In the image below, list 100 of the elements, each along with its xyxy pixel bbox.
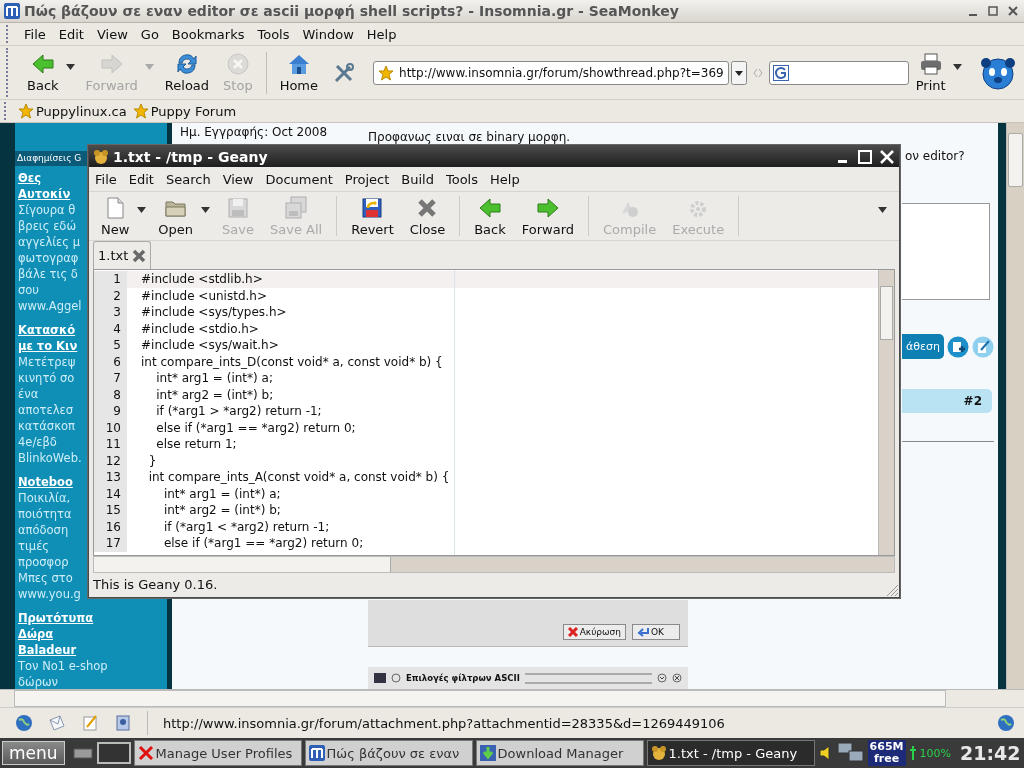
- menu-item[interactable]: Project: [344, 171, 402, 187]
- floppy-icon: [360, 195, 385, 220]
- home-button[interactable]: Home: [272, 52, 326, 93]
- close-button[interactable]: Close: [401, 195, 454, 237]
- bookmark-link[interactable]: Puppy Forum: [132, 103, 237, 119]
- menu-item[interactable]: Edit: [128, 171, 166, 187]
- circle-button-icon: [391, 673, 401, 683]
- cross-icon: [137, 745, 154, 761]
- line-number: 5: [94, 337, 127, 354]
- menu-item[interactable]: Build: [401, 171, 446, 187]
- menu-item[interactable]: View: [222, 171, 266, 187]
- ad-text: φωτογραφ: [18, 250, 79, 266]
- overflow-caret-icon[interactable]: [878, 207, 887, 213]
- ad-title-link[interactable]: Δώρα: [18, 626, 54, 642]
- ad-text: Μπες στο: [18, 570, 73, 586]
- globe-icon: [997, 714, 1015, 732]
- menu-item[interactable]: Search: [165, 171, 223, 187]
- window-icon[interactable]: [96, 742, 131, 764]
- ad-title-link[interactable]: Noteboo: [18, 474, 73, 490]
- ad-title-link[interactable]: Αυτοκίν: [18, 186, 71, 202]
- address-field[interactable]: http://www.insomnia.gr/forum/showthread.php?t=369: [373, 60, 729, 85]
- post-text: Προφανως ειναι σε binary μορφη.: [368, 129, 572, 144]
- bookmark-link[interactable]: Puppylinux.ca: [18, 103, 127, 119]
- arrow-right-icon: [99, 52, 124, 76]
- ad-title-link[interactable]: Κατασκό: [18, 322, 76, 338]
- resize-grip-icon[interactable]: [885, 583, 899, 597]
- ad-text: Τον Νο1 e-shop: [18, 658, 108, 674]
- ad-title-link[interactable]: Θες: [18, 170, 41, 186]
- menu-item[interactable]: Help: [490, 171, 532, 187]
- quote-button[interactable]: άθεση: [902, 334, 944, 359]
- code-line: int compare_ints_D(const void* a, const void* b) {: [141, 354, 443, 369]
- menu-item[interactable]: Help: [362, 26, 406, 42]
- code-line: if (*arg1 < *arg2) return -1;: [162, 519, 330, 534]
- dropdown-caret-icon[interactable]: [137, 207, 147, 213]
- ad-title-link[interactable]: με το Κιν: [18, 338, 78, 354]
- back-button[interactable]: Back: [20, 52, 66, 93]
- menu-item[interactable]: Bookmarks: [167, 26, 254, 42]
- plug-icon: [908, 745, 917, 761]
- line-number: 13: [94, 469, 127, 486]
- post-number[interactable]: #2: [963, 394, 982, 408]
- dropdown-caret-icon[interactable]: [730, 60, 747, 85]
- ad-text: ποιότητα: [18, 506, 72, 522]
- close-icon[interactable]: [1006, 4, 1020, 18]
- dropdown-caret-icon[interactable]: [952, 63, 962, 70]
- vertical-scrollbar[interactable]: [878, 270, 894, 555]
- ad-title-link[interactable]: Πρωτότυπα: [18, 610, 94, 626]
- multi-quote-icon[interactable]: [946, 335, 969, 358]
- dropdown-caret-icon[interactable]: [65, 63, 75, 70]
- menu-item[interactable]: View: [92, 26, 137, 42]
- revert-button[interactable]: Revert: [343, 195, 402, 237]
- taskbar-button[interactable]: Πώς βάζουν σε εναν: [304, 740, 473, 766]
- menu-item[interactable]: Document: [265, 171, 345, 187]
- clock: 21:42: [959, 742, 1021, 764]
- reply-box[interactable]: [902, 203, 990, 300]
- menu-item[interactable]: Go: [136, 26, 168, 42]
- code-line: else if (*arg1 == *arg2) return 0;: [155, 420, 356, 435]
- menu-item[interactable]: Tools: [445, 171, 490, 187]
- app-icon: [93, 148, 109, 165]
- search-field[interactable]: [768, 60, 909, 85]
- ad-text: προσφορ: [18, 554, 69, 570]
- ad-text: βρεις εδώ: [18, 218, 77, 234]
- code-line: int* arg1 = (int*) a;: [162, 486, 281, 501]
- taskbar-button[interactable]: Download Manager: [475, 740, 644, 766]
- horizontal-scrollbar[interactable]: [0, 689, 1024, 707]
- code-line: }: [147, 453, 157, 468]
- ad-title-link[interactable]: Baladeur: [18, 642, 77, 658]
- floppy-icon: [226, 195, 251, 220]
- menu-item[interactable]: Edit: [54, 26, 93, 42]
- horizontal-scrollbar[interactable]: [93, 556, 895, 573]
- menu-item[interactable]: File: [95, 171, 129, 187]
- quick-reply-icon[interactable]: [971, 335, 994, 358]
- reload-icon: [174, 52, 199, 76]
- menu-item[interactable]: Window: [298, 26, 363, 42]
- start-menu-button[interactable]: menu: [2, 741, 65, 765]
- new-button[interactable]: New: [93, 195, 138, 237]
- menu-item[interactable]: File: [20, 26, 55, 42]
- code-line: int compare_ints_A(const void* a, const void* b) {: [147, 470, 450, 485]
- taskbar-button[interactable]: 1.txt - /tmp - Geany: [646, 740, 815, 766]
- forward-button[interactable]: Forward: [513, 195, 583, 237]
- menu-item[interactable]: Tools: [253, 26, 299, 42]
- open-button[interactable]: Open: [150, 195, 202, 237]
- globe-icon[interactable]: [15, 714, 33, 732]
- back-button[interactable]: Back: [466, 195, 514, 237]
- ad-text: αγγελίες μ: [18, 234, 81, 250]
- ad-text: www.you.g: [18, 586, 81, 602]
- maximize-icon[interactable]: [857, 148, 873, 165]
- ad-text: BlinkoWeb.: [18, 450, 82, 466]
- document-tab[interactable]: 1.txt: [93, 241, 152, 269]
- ad-text: Σίγουρα θ: [18, 202, 76, 218]
- dropdown-caret-icon[interactable]: [201, 207, 211, 213]
- address-book-icon[interactable]: [114, 714, 132, 732]
- reload-button[interactable]: Reload: [157, 52, 217, 93]
- code-line: #include <stdlib.h>: [141, 272, 263, 287]
- vertical-scrollbar[interactable]: [1006, 123, 1024, 689]
- taskbar-button[interactable]: Manage User Profiles: [133, 740, 302, 766]
- window-icon: [374, 673, 386, 683]
- code-line: #include <sys/types.h>: [141, 305, 287, 320]
- print-button[interactable]: Print: [908, 52, 953, 93]
- ad-text: αποτελεσ: [18, 402, 73, 418]
- line-number: 9: [94, 403, 127, 420]
